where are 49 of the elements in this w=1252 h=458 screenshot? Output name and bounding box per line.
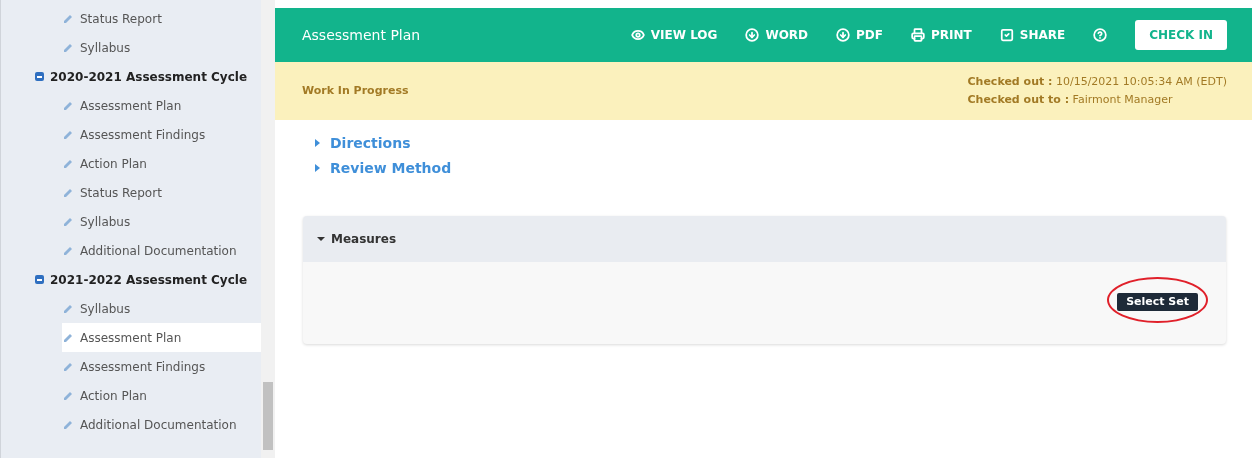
print-icon bbox=[911, 28, 925, 42]
select-set-button[interactable]: Select Set bbox=[1117, 293, 1198, 312]
sidebar-item[interactable]: Action Plan bbox=[62, 381, 261, 410]
section-link[interactable]: Review Method bbox=[315, 157, 1252, 179]
collapse-icon[interactable] bbox=[35, 275, 44, 284]
scrollbar[interactable] bbox=[261, 0, 275, 458]
download-icon bbox=[836, 28, 851, 42]
pencil-icon bbox=[62, 360, 74, 373]
sidebar-item[interactable]: Syllabus bbox=[62, 207, 261, 236]
sidebar-item[interactable]: Syllabus bbox=[62, 294, 261, 323]
sidebar-item[interactable]: Assessment Findings bbox=[62, 352, 261, 381]
pencil-icon bbox=[62, 186, 74, 199]
group-title[interactable]: 2021-2022 Assessment Cycle bbox=[50, 270, 248, 289]
section-link[interactable]: Directions bbox=[315, 132, 1252, 154]
sidebar-item[interactable]: Status Report bbox=[62, 178, 261, 207]
pencil-icon bbox=[62, 99, 74, 112]
pencil-icon bbox=[62, 12, 74, 25]
caret-down-icon bbox=[317, 237, 325, 241]
checkbox-icon bbox=[999, 28, 1014, 42]
sidebar-item[interactable]: Assessment Findings bbox=[62, 120, 261, 149]
collapse-icon[interactable] bbox=[35, 72, 44, 81]
checkout-info: Checked out : 10/15/2021 10:05:34 AM (EDT) bbox=[967, 73, 1227, 90]
pencil-icon bbox=[62, 244, 74, 257]
group-title[interactable]: 2020-2021 Assessment Cycle bbox=[50, 67, 248, 86]
page-title: Assessment Plan bbox=[302, 25, 422, 45]
sidebar-item[interactable]: Status Report bbox=[62, 4, 261, 33]
pencil-icon bbox=[62, 157, 74, 170]
caret-right-icon bbox=[315, 164, 320, 172]
toolbar-button[interactable] bbox=[1093, 28, 1108, 42]
pencil-icon bbox=[62, 389, 74, 402]
pencil-icon bbox=[62, 418, 74, 431]
eye-icon bbox=[630, 28, 645, 42]
status-label: Work In Progress bbox=[302, 82, 409, 99]
sidebar-item[interactable]: Syllabus bbox=[62, 33, 261, 62]
sidebar-item[interactable]: Assessment Plan bbox=[62, 323, 261, 352]
pencil-icon bbox=[62, 331, 74, 344]
pencil-icon bbox=[62, 302, 74, 315]
download-icon bbox=[745, 28, 760, 42]
caret-right-icon bbox=[315, 139, 320, 147]
pencil-icon bbox=[62, 128, 74, 141]
sidebar-item[interactable]: Additional Documentation bbox=[62, 410, 261, 439]
help-icon bbox=[1093, 28, 1108, 42]
pencil-icon bbox=[62, 215, 74, 228]
checkout-info: Checked out to : Fairmont Manager bbox=[967, 92, 1174, 108]
pencil-icon bbox=[62, 41, 74, 54]
sidebar-item[interactable]: Action Plan bbox=[62, 149, 261, 178]
panel-header[interactable]: Measures bbox=[303, 216, 1226, 262]
sidebar-item[interactable]: Additional Documentation bbox=[62, 236, 261, 265]
sidebar-item[interactable]: Assessment Plan bbox=[62, 91, 261, 120]
